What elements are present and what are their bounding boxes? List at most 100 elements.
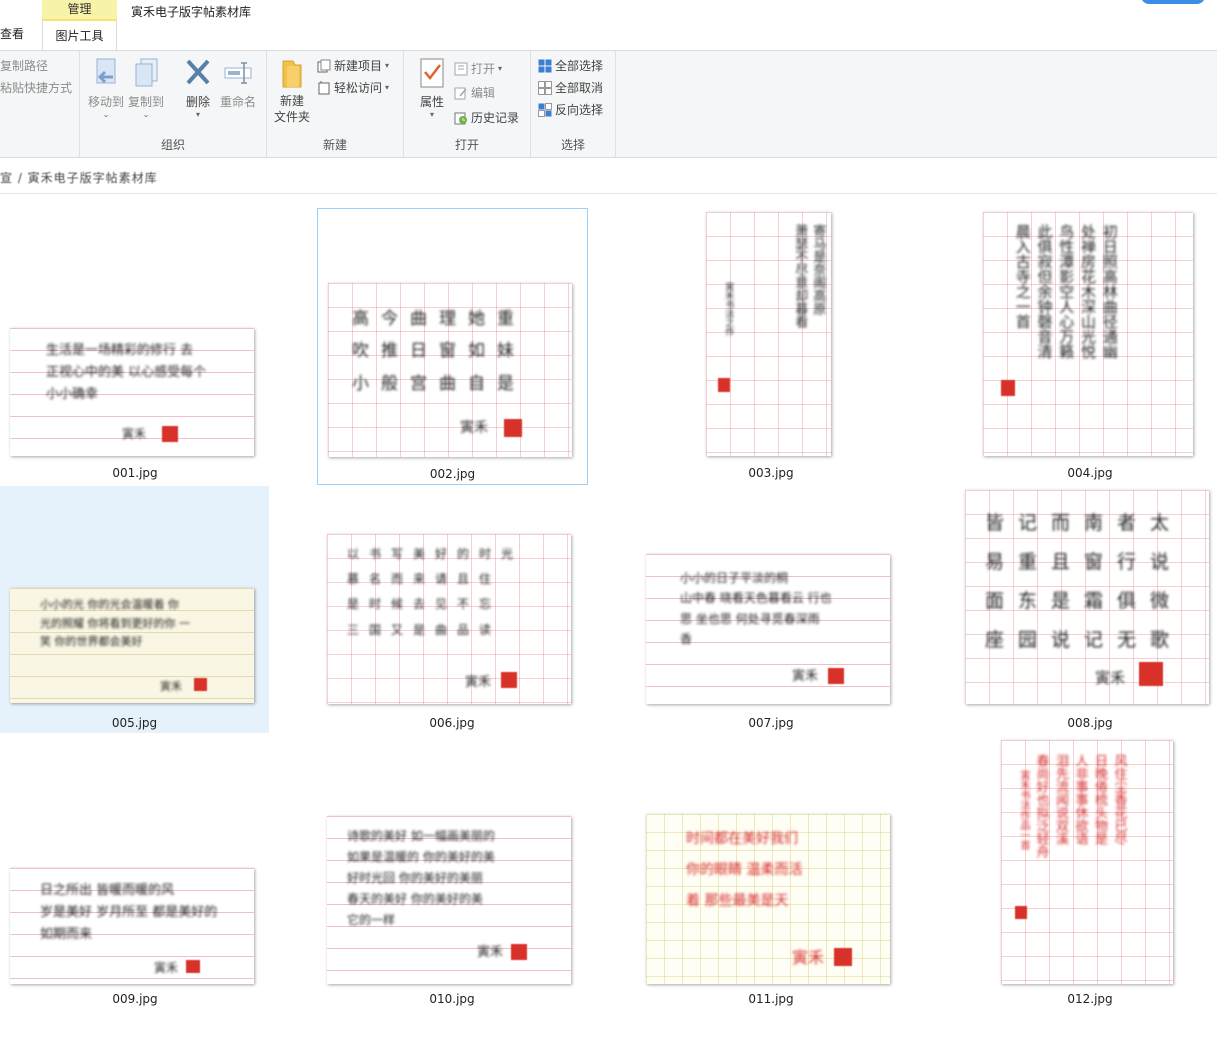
invert-selection-label: 反向选择 <box>555 103 604 117</box>
history-button[interactable]: 历史记录 <box>454 109 519 126</box>
group-organize-label: 组织 <box>160 138 185 152</box>
file-item[interactable]: 小小的光 你的光会温暖着 你 光的照耀 你将看到更好的你 一 笑 你的世界都会美… <box>0 486 269 733</box>
paste-shortcut-button[interactable]: 粘贴快捷方式 <box>0 79 72 96</box>
edit-label: 编辑 <box>471 86 496 100</box>
group-organize: 移动到 ⌄ 复制到 ⌄ 删除 ▾ 重命名 组织 <box>80 51 267 157</box>
delete-label: 删除 <box>185 95 210 109</box>
file-name: 001.jpg <box>112 466 158 480</box>
seal-icon <box>501 672 517 688</box>
properties-label: 属性 <box>419 95 444 109</box>
rename-icon <box>223 57 253 89</box>
file-name: 010.jpg <box>429 992 475 1006</box>
edit-button[interactable]: 编辑 <box>454 84 495 101</box>
file-name: 007.jpg <box>748 716 794 730</box>
move-to-button[interactable]: 移动到 ⌄ <box>84 57 128 119</box>
file-thumbnail: 皆记而南者太 易重且窗行说 面东是霜俱微 座园说记无歌 寅禾 <box>965 490 1209 704</box>
copy-path-button[interactable]: 复制路径 <box>0 57 48 74</box>
group-open: 属性 ▾ 打开 ▾ 编辑 历史记录 打开 <box>404 51 531 157</box>
easy-access-icon <box>317 80 331 95</box>
group-open-label: 打开 <box>454 138 479 152</box>
file-item[interactable]: 初日照高林曲径通幽 处禅房花木深山光悦 鸟性潭影空人心万籁 此俱寂但余钟磬音清 … <box>955 208 1217 485</box>
move-to-label: 移动到 <box>87 95 124 109</box>
seal-icon <box>1015 906 1027 919</box>
tab-view[interactable]: 查看 <box>0 19 24 50</box>
select-all-button[interactable]: 全部选择 <box>538 57 603 74</box>
group-clipboard: 复制路径 粘贴快捷方式 <box>0 51 80 157</box>
new-item-button[interactable]: 新建项目 ▾ <box>317 57 389 74</box>
paste-shortcut-label: 粘贴快捷方式 <box>0 81 73 95</box>
help-button[interactable] <box>1141 0 1205 4</box>
seal-icon <box>828 668 844 684</box>
file-name: 005.jpg <box>111 716 158 730</box>
title-bar: 管理 图片工具 查看 寅禾电子版字帖素材库 <box>0 0 1217 50</box>
seal-icon <box>834 948 852 966</box>
tab-picture-tools[interactable]: 图片工具 <box>42 19 117 50</box>
file-name: 008.jpg <box>1067 716 1113 730</box>
file-name: 012.jpg <box>1067 992 1113 1006</box>
copy-to-button[interactable]: 复制到 ⌄ <box>124 57 168 119</box>
group-select: 全部选择 全部取消 反向选择 选择 <box>531 51 616 157</box>
chevron-down-icon: ▾ <box>385 61 390 70</box>
address-path: 宣 / 寅禾电子版字帖素材库 <box>0 171 158 185</box>
open-label: 打开 <box>471 62 496 76</box>
file-name: 011.jpg <box>748 992 794 1006</box>
easy-access-label: 轻松访问 <box>334 81 383 95</box>
file-item[interactable]: 风住尘香花已尽 日晚倦梳头物是 人非事事休欲语 泪先流闻说双溪 春尚好也拟泛轻舟… <box>955 734 1217 1014</box>
file-item[interactable]: 日之所出 皆暖而暖的风 岁是美好 岁月所至 都是美好的 如期而来 寅禾 009.… <box>0 734 270 1014</box>
file-item[interactable]: 高今曲理她重 吹推日窗如妹 小般宫曲自是 寅禾 002.jpg <box>317 208 588 485</box>
copy-to-label: 复制到 <box>127 95 164 109</box>
seal-icon <box>1139 662 1163 686</box>
file-grid: 生活是一场精彩的修行 去 正视心中的美 以心感受每个 小小确幸 寅禾 001.j… <box>0 195 1217 1040</box>
file-name: 004.jpg <box>1067 466 1113 480</box>
file-item[interactable]: 小小的日子平淡的桐 山中春 晓看天色暮看云 行也 思 坐也思 何处寻觅春深雨 香… <box>636 486 906 733</box>
file-item[interactable]: 生活是一场精彩的修行 去 正视心中的美 以心感受每个 小小确幸 寅禾 001.j… <box>0 208 270 485</box>
chevron-down-icon: ⌄ <box>142 110 150 119</box>
invert-selection-button[interactable]: 反向选择 <box>538 101 603 118</box>
file-thumbnail: 小小的日子平淡的桐 山中春 晓看天色暮看云 行也 思 坐也思 何处寻觅春深雨 香… <box>646 554 890 704</box>
properties-icon <box>417 57 447 89</box>
chevron-down-icon: ▾ <box>385 83 390 92</box>
file-item[interactable]: 皆记而南者太 易重且窗行说 面东是霜俱微 座园说记无歌 寅禾 008.jpg <box>955 486 1217 733</box>
edit-icon <box>454 86 468 100</box>
select-none-button[interactable]: 全部取消 <box>538 79 603 96</box>
file-thumbnail: 风住尘香花已尽 日晚倦梳头物是 人非事事休欲语 泪先流闻说双溪 春尚好也拟泛轻舟… <box>1001 740 1173 984</box>
easy-access-button[interactable]: 轻松访问 ▾ <box>317 79 389 96</box>
file-name: 002.jpg <box>429 467 476 481</box>
file-name: 009.jpg <box>112 992 158 1006</box>
file-thumbnail: 初日照高林曲径通幽 处禅房花木深山光悦 鸟性潭影空人心万籁 此俱寂但余钟磬音清 … <box>983 212 1193 456</box>
file-thumbnail: 日之所出 皆暖而暖的风 岁是美好 岁月所至 都是美好的 如期而来 寅禾 <box>10 868 254 984</box>
file-item[interactable]: 诗歌的美好 如一幅画美丽的 如果是温暖的 你的美好的美 好时光回 你的美好的美丽… <box>317 734 587 1014</box>
chevron-down-icon: ▾ <box>498 64 503 73</box>
new-folder-button[interactable]: 新建 文件夹 <box>269 57 315 125</box>
file-name: 003.jpg <box>748 466 794 480</box>
properties-button[interactable]: 属性 ▾ <box>410 57 454 119</box>
select-all-label: 全部选择 <box>555 59 604 73</box>
chevron-down-icon: ⌄ <box>102 110 110 119</box>
folder-icon <box>277 57 307 89</box>
file-item[interactable]: 未有佳期是秋风 寄马是奈阁高原 萧瑟不尽意却暮看 寅禾书法之作 003.jpg <box>636 208 906 485</box>
file-item[interactable]: 时间都在美好我们 你的眼睛 温柔而活 着 那些最美是天 寅禾 011.jpg <box>636 734 906 1014</box>
window-title: 寅禾电子版字帖素材库 <box>131 5 252 19</box>
seal-icon <box>194 678 207 691</box>
group-select-label: 选择 <box>560 138 585 152</box>
delete-button[interactable]: 删除 ▾ <box>176 57 220 119</box>
seal-icon <box>511 944 527 960</box>
file-thumbnail: 未有佳期是秋风 寄马是奈阁高原 萧瑟不尽意却暮看 寅禾书法之作 <box>706 212 831 456</box>
rename-label: 重命名 <box>219 95 256 109</box>
seal-icon <box>162 426 178 442</box>
select-none-label: 全部取消 <box>555 81 604 95</box>
ribbon: 复制路径 粘贴快捷方式 移动到 ⌄ 复制到 ⌄ 删除 ▾ 重命名 组织 新建 文… <box>0 50 1217 158</box>
open-button[interactable]: 打开 ▾ <box>454 60 502 77</box>
rename-button[interactable]: 重命名 <box>216 57 260 110</box>
seal-icon <box>504 419 522 437</box>
file-thumbnail: 高今曲理她重 吹推日窗如妹 小般宫曲自是 寅禾 <box>328 283 572 457</box>
chevron-down-icon: ▾ <box>195 110 200 119</box>
copy-path-label: 复制路径 <box>0 59 49 73</box>
history-icon <box>454 111 468 125</box>
seal-icon <box>1001 380 1015 396</box>
address-bar[interactable]: 宣 / 寅禾电子版字帖素材库 <box>0 160 1217 194</box>
file-item[interactable]: 以书写美好的时光 慕名而来请且住 是时候去见不忘 三国又是曲品读 寅禾 006.… <box>317 486 587 733</box>
copy-to-icon <box>131 57 161 89</box>
chevron-down-icon: ▾ <box>429 110 434 119</box>
new-folder-label: 新建 文件夹 <box>273 94 310 124</box>
